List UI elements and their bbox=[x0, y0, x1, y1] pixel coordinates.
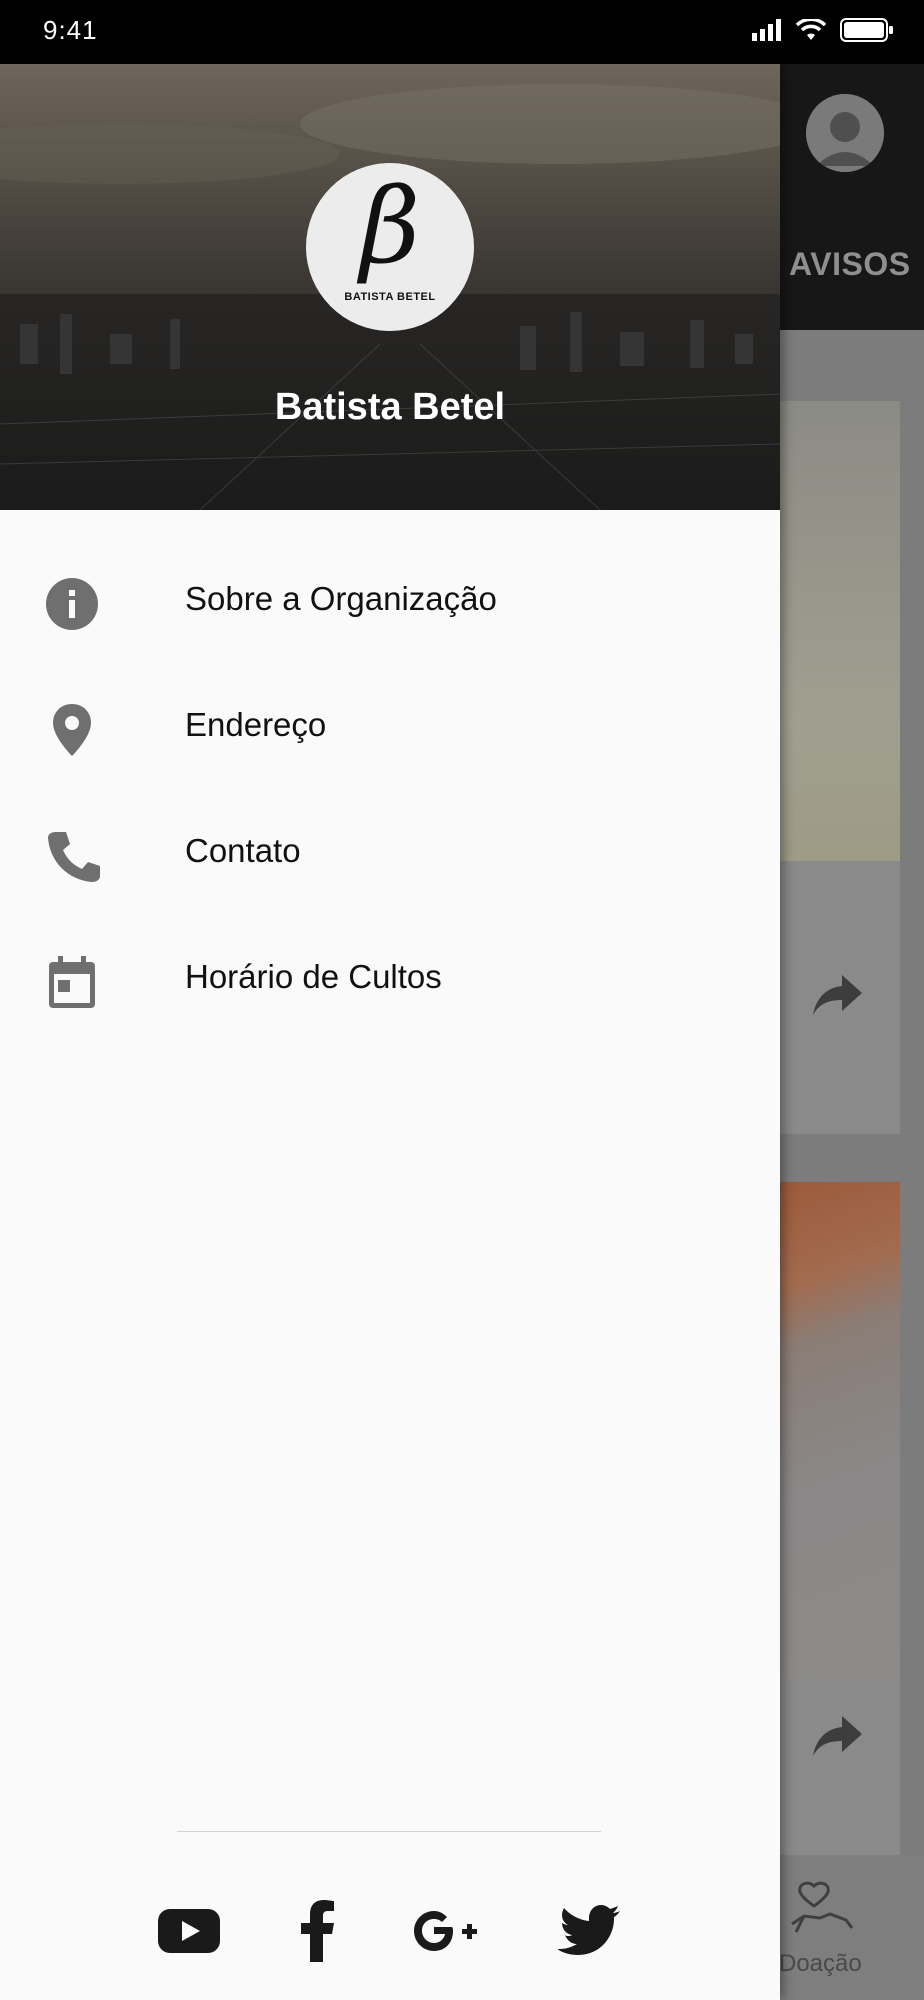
info-icon bbox=[46, 578, 98, 630]
drawer-title: Batista Betel bbox=[274, 386, 506, 428]
card-image bbox=[780, 401, 900, 861]
avatar-icon[interactable] bbox=[806, 94, 884, 172]
menu-item-contato[interactable]: Contato bbox=[0, 788, 780, 914]
drawer-header: β BATISTA BETEL Batista Betel bbox=[0, 64, 780, 510]
news-card[interactable] bbox=[780, 401, 900, 1134]
status-icons bbox=[752, 18, 894, 42]
google-plus-icon[interactable] bbox=[414, 1897, 480, 1965]
phone-icon bbox=[48, 832, 100, 882]
menu-label: Endereço bbox=[185, 706, 327, 743]
wifi-icon bbox=[796, 19, 826, 40]
location-pin-icon bbox=[53, 704, 91, 756]
menu-item-endereco[interactable]: Endereço bbox=[0, 662, 780, 788]
drawer-menu: Sobre a Organização Endereço Contato Hor… bbox=[0, 510, 780, 1040]
news-card[interactable] bbox=[780, 1182, 900, 1874]
status-bar: 9:41 bbox=[0, 0, 924, 64]
twitter-icon[interactable] bbox=[558, 1897, 620, 1965]
facebook-icon[interactable] bbox=[300, 1897, 336, 1965]
youtube-icon[interactable] bbox=[158, 1897, 220, 1965]
menu-label: Sobre a Organização bbox=[185, 580, 497, 617]
battery-icon bbox=[840, 18, 893, 42]
status-time: 9:41 bbox=[43, 15, 98, 45]
menu-label: Contato bbox=[185, 832, 301, 869]
tab-avisos[interactable]: AVISOS bbox=[789, 246, 911, 283]
organization-logo: β BATISTA BETEL bbox=[306, 163, 474, 331]
logo-glyph: β bbox=[359, 165, 421, 287]
signal-icon bbox=[752, 19, 781, 41]
card-image bbox=[780, 1182, 900, 1678]
menu-item-horario[interactable]: Horário de Cultos bbox=[0, 914, 780, 1040]
menu-item-sobre[interactable]: Sobre a Organização bbox=[0, 536, 780, 662]
donation-icon[interactable] bbox=[790, 1880, 854, 1940]
navigation-drawer: β BATISTA BETEL Batista Betel Sobre a Or… bbox=[0, 64, 780, 2000]
divider bbox=[177, 1831, 601, 1832]
share-icon[interactable] bbox=[812, 973, 864, 1017]
calendar-icon bbox=[49, 956, 95, 1008]
logo-text: BATISTA BETEL bbox=[344, 291, 436, 303]
menu-label: Horário de Cultos bbox=[185, 958, 442, 995]
share-icon[interactable] bbox=[812, 1714, 864, 1758]
nav-label-doacao[interactable]: Doação bbox=[779, 1950, 862, 1978]
